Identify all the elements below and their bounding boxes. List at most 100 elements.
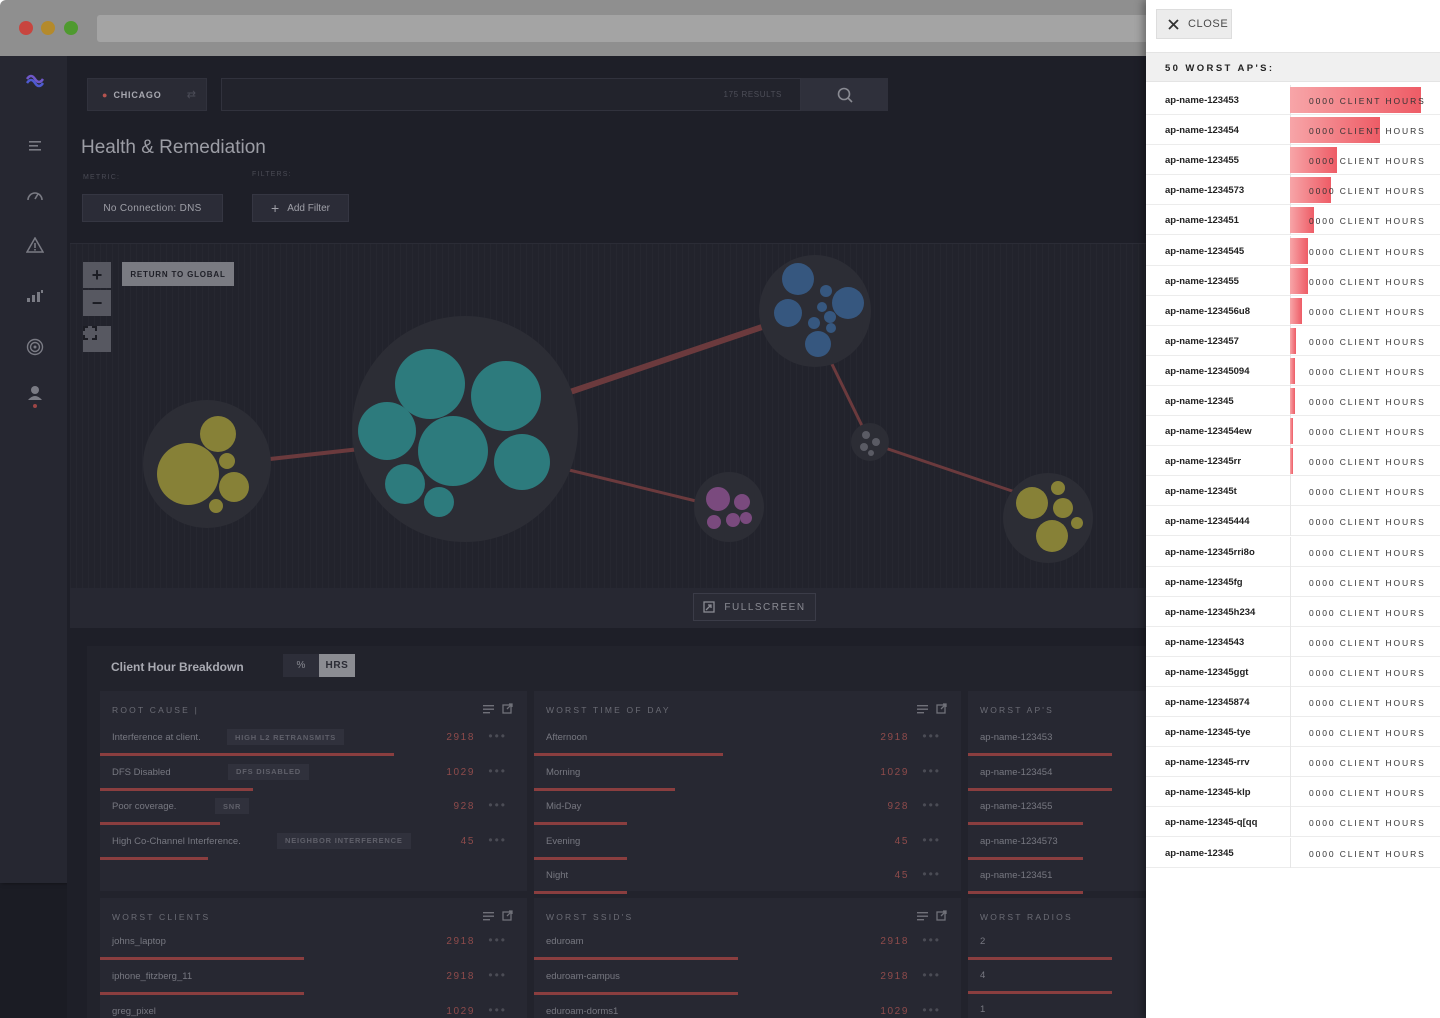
- zoom-in-button[interactable]: +: [83, 262, 111, 288]
- ap-name[interactable]: ap-name-12345874: [1165, 697, 1250, 708]
- ap-row[interactable]: ap-name-12345 0000 CLIENT HOURS: [1146, 386, 1440, 416]
- ap-row[interactable]: ap-name-12345444 0000 CLIENT HOURS: [1146, 506, 1440, 537]
- ap-name[interactable]: ap-name-12345ggt: [1165, 667, 1248, 678]
- ap-row[interactable]: ap-name-123455 0000 CLIENT HOURS: [1146, 145, 1440, 176]
- ap-name[interactable]: ap-name-123455: [1165, 276, 1239, 287]
- ap-row[interactable]: ap-name-12345rr 0000 CLIENT HOURS: [1146, 446, 1440, 477]
- cluster-olive[interactable]: [143, 400, 271, 528]
- cluster-purple[interactable]: [694, 472, 764, 542]
- breakdown-row[interactable]: Interference at client. HIGH L2 RETRANSMI…: [100, 727, 527, 761]
- root-cause-tag[interactable]: DFS DISABLED: [228, 763, 310, 780]
- more-options-icon[interactable]: •••: [922, 729, 941, 743]
- ap-row[interactable]: ap-name-123457 0000 CLIENT HOURS: [1146, 325, 1440, 356]
- ap-row[interactable]: ap-name-123454ew 0000 CLIENT HOURS: [1146, 416, 1440, 447]
- ap-row[interactable]: ap-name-12345-rrv 0000 CLIENT HOURS: [1146, 747, 1440, 778]
- ap-row[interactable]: ap-name-1234545 0000 CLIENT HOURS: [1146, 235, 1440, 266]
- ap-name[interactable]: ap-name-12345t: [1165, 486, 1237, 497]
- ap-name[interactable]: ap-name-12345: [1165, 848, 1234, 859]
- search-input[interactable]: 175 RESULTS: [221, 78, 801, 111]
- ap-name[interactable]: ap-name-12345-q[qq: [1165, 817, 1257, 828]
- ap-row[interactable]: ap-name-1234543 0000 CLIENT HOURS: [1146, 626, 1440, 657]
- ap-name[interactable]: ap-name-1234573: [1165, 185, 1244, 196]
- window-close-dot[interactable]: [19, 21, 33, 35]
- cluster-blue[interactable]: [759, 255, 871, 367]
- ap-name[interactable]: ap-name-12345-tye: [1165, 727, 1251, 738]
- more-options-icon[interactable]: •••: [922, 1003, 941, 1017]
- ap-name[interactable]: ap-name-12345rr: [1165, 456, 1241, 467]
- breakdown-row[interactable]: Afternoon 2918 •••: [534, 727, 961, 761]
- breakdown-row[interactable]: ap-name-123453: [968, 727, 1146, 761]
- more-options-icon[interactable]: •••: [922, 764, 941, 778]
- ap-row[interactable]: ap-name-12345ggt 0000 CLIENT HOURS: [1146, 656, 1440, 687]
- breakdown-row[interactable]: DFS Disabled DFS DISABLED 1029 •••: [100, 762, 527, 796]
- ap-name[interactable]: ap-name-12345: [1165, 396, 1234, 407]
- ap-row[interactable]: ap-name-12345094 0000 CLIENT HOURS: [1146, 355, 1440, 386]
- ap-row[interactable]: ap-name-123451 0000 CLIENT HOURS: [1146, 205, 1440, 236]
- add-filter-button[interactable]: + Add Filter: [252, 194, 349, 222]
- ap-name[interactable]: ap-name-12345fg: [1165, 577, 1243, 588]
- ap-row[interactable]: ap-name-12345 0000 CLIENT HOURS: [1146, 837, 1440, 868]
- network-map[interactable]: + − RETURN TO GLOBAL: [70, 243, 1146, 588]
- more-options-icon[interactable]: •••: [488, 798, 507, 812]
- zoom-out-button[interactable]: −: [83, 290, 111, 316]
- more-options-icon[interactable]: •••: [488, 968, 507, 982]
- toggle-hours[interactable]: HRS: [319, 654, 355, 677]
- more-options-icon[interactable]: •••: [488, 1003, 507, 1017]
- ap-name[interactable]: ap-name-12345094: [1165, 366, 1250, 377]
- ap-name[interactable]: ap-name-12345-klp: [1165, 787, 1251, 798]
- warning-icon[interactable]: [24, 234, 46, 256]
- list-icon[interactable]: [483, 701, 494, 719]
- map-graph[interactable]: [70, 244, 1146, 589]
- more-options-icon[interactable]: •••: [922, 798, 941, 812]
- more-options-icon[interactable]: •••: [488, 933, 507, 947]
- more-options-icon[interactable]: •••: [488, 764, 507, 778]
- breakdown-row[interactable]: Evening 45 •••: [534, 831, 961, 865]
- ap-name[interactable]: ap-name-1234545: [1165, 246, 1244, 257]
- ap-row[interactable]: ap-name-12345fg 0000 CLIENT HOURS: [1146, 566, 1440, 597]
- external-link-icon[interactable]: [936, 701, 947, 719]
- ap-row[interactable]: ap-name-12345-tye 0000 CLIENT HOURS: [1146, 717, 1440, 748]
- more-options-icon[interactable]: •••: [922, 968, 941, 982]
- location-selector[interactable]: ● CHICAGO ⇄: [87, 78, 207, 111]
- breakdown-row[interactable]: Morning 1029 •••: [534, 762, 961, 796]
- ap-name[interactable]: ap-name-123454ew: [1165, 426, 1252, 437]
- address-bar[interactable]: [97, 15, 1146, 42]
- breakdown-row[interactable]: ap-name-123454: [968, 762, 1146, 796]
- cluster-teal[interactable]: [352, 316, 578, 542]
- logo-icon[interactable]: [24, 70, 46, 92]
- list-icon[interactable]: [917, 701, 928, 719]
- ap-name[interactable]: ap-name-123456u8: [1165, 306, 1250, 317]
- breakdown-row[interactable]: greg_pixel 1029 •••: [100, 1001, 527, 1018]
- breakdown-row[interactable]: 4: [968, 965, 1146, 999]
- list-icon[interactable]: [917, 908, 928, 926]
- return-to-global-button[interactable]: RETURN TO GLOBAL: [122, 262, 234, 286]
- ap-name[interactable]: ap-name-123451: [1165, 215, 1239, 226]
- breakdown-row[interactable]: High Co-Channel Interference. NEIGHBOR IN…: [100, 831, 527, 865]
- ap-name[interactable]: ap-name-12345h234: [1165, 607, 1255, 618]
- breakdown-row[interactable]: eduroam-campus 2918 •••: [534, 966, 961, 1000]
- breakdown-row[interactable]: eduroam 2918 •••: [534, 931, 961, 965]
- breakdown-row[interactable]: ap-name-1234573: [968, 831, 1146, 865]
- external-link-icon[interactable]: [502, 701, 513, 719]
- user-icon[interactable]: [24, 386, 46, 408]
- root-cause-tag[interactable]: HIGH L2 RETRANSMITS: [227, 729, 345, 745]
- breakdown-row[interactable]: iphone_fitzberg_11 2918 •••: [100, 966, 527, 1000]
- swap-icon[interactable]: ⇄: [187, 88, 196, 101]
- breakdown-row[interactable]: Night 45 •••: [534, 865, 961, 899]
- breakdown-row[interactable]: Mid-Day 928 •••: [534, 796, 961, 830]
- external-link-icon[interactable]: [502, 908, 513, 926]
- ap-row[interactable]: ap-name-12345h234 0000 CLIENT HOURS: [1146, 596, 1440, 627]
- ap-row[interactable]: ap-name-123454 0000 CLIENT HOURS: [1146, 115, 1440, 146]
- fit-view-button[interactable]: [83, 326, 111, 352]
- breakdown-row[interactable]: 2: [968, 931, 1146, 965]
- toggle-percent[interactable]: %: [283, 654, 319, 677]
- breakdown-row[interactable]: ap-name-123455: [968, 796, 1146, 830]
- ap-row[interactable]: ap-name-12345rri8o 0000 CLIENT HOURS: [1146, 536, 1440, 567]
- cluster-olive-2[interactable]: [1003, 473, 1093, 563]
- ap-row[interactable]: ap-name-123453 0000 CLIENT HOURS: [1146, 85, 1440, 115]
- ap-row[interactable]: ap-name-123455 0000 CLIENT HOURS: [1146, 265, 1440, 296]
- ap-name[interactable]: ap-name-12345rri8o: [1165, 547, 1255, 558]
- fullscreen-button[interactable]: FULLSCREEN: [693, 593, 816, 621]
- more-options-icon[interactable]: •••: [922, 833, 941, 847]
- ap-row[interactable]: ap-name-12345-q[qq 0000 CLIENT HOURS: [1146, 807, 1440, 838]
